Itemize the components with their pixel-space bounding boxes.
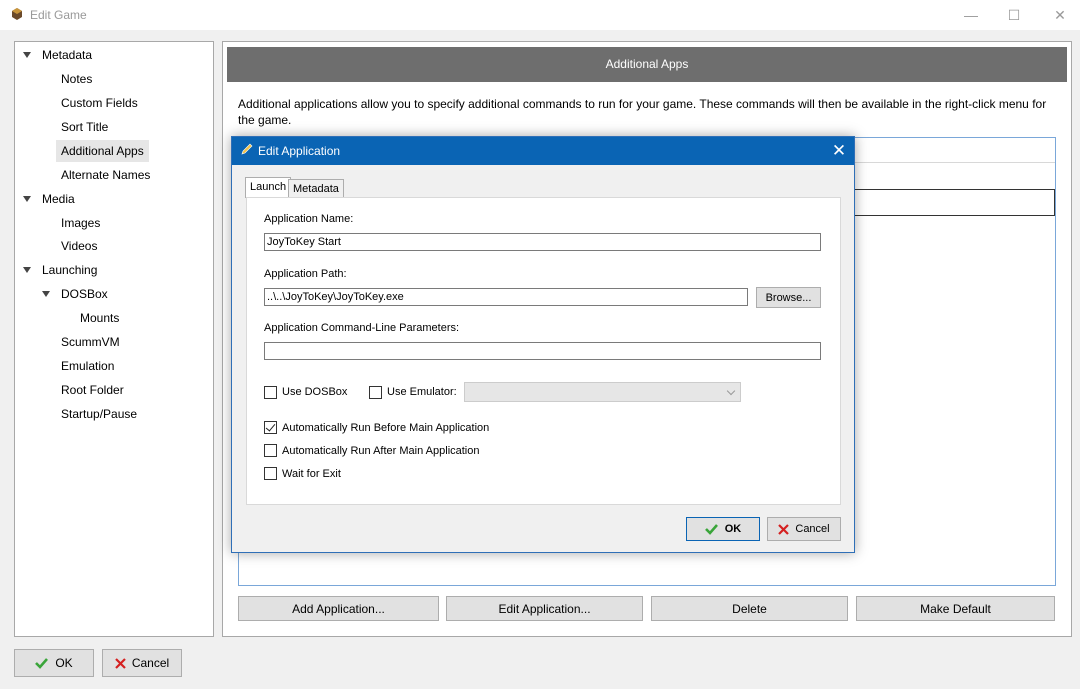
wait-for-exit-label: Wait for Exit	[282, 468, 341, 480]
browse-button[interactable]: Browse...	[756, 287, 821, 308]
use-emulator-checkbox[interactable]	[369, 386, 382, 399]
close-button[interactable]: ✕	[1037, 0, 1080, 30]
check-icon	[704, 524, 718, 535]
panel-description: Additional applications allow you to spe…	[238, 97, 1047, 127]
application-name-label: Application Name:	[264, 213, 354, 225]
tree-item-startup-pause[interactable]: Startup/Pause	[56, 403, 142, 425]
tree-item-dosbox[interactable]: DOSBox	[56, 283, 113, 305]
run-before-checkbox[interactable]	[264, 421, 277, 434]
command-line-params-input[interactable]	[264, 342, 821, 360]
list-row-selected[interactable]	[855, 189, 1055, 216]
application-path-label: Application Path:	[264, 268, 347, 280]
delete-button[interactable]: Delete	[651, 596, 848, 621]
edit-application-button[interactable]: Edit Application...	[446, 596, 643, 621]
cancel-button-label: Cancel	[131, 656, 170, 670]
tab-metadata[interactable]: Metadata	[288, 179, 344, 198]
make-default-button[interactable]: Make Default	[856, 596, 1055, 621]
tree-item-emulation[interactable]: Emulation	[56, 355, 119, 377]
check-icon	[35, 658, 49, 669]
run-before-label: Automatically Run Before Main Applicatio…	[282, 422, 490, 434]
tree-item-videos[interactable]: Videos	[56, 235, 102, 257]
run-after-label: Automatically Run After Main Application	[282, 445, 480, 457]
list-header-divider	[855, 162, 1055, 163]
tree-item-alternate-names[interactable]: Alternate Names	[56, 164, 155, 186]
cancel-x-icon	[778, 523, 790, 535]
command-line-params-label: Application Command-Line Parameters:	[264, 322, 460, 334]
tree-item-media[interactable]: Media	[37, 188, 80, 210]
title-bar	[0, 0, 1080, 30]
cancel-x-icon	[115, 657, 126, 669]
use-dosbox-checkbox[interactable]	[264, 386, 277, 399]
application-name-input[interactable]: JoyToKey Start	[264, 233, 821, 251]
window-title: Edit Game	[30, 8, 87, 22]
add-application-button[interactable]: Add Application...	[238, 596, 439, 621]
dialog-cancel-label: Cancel	[795, 523, 830, 535]
expand-arrow-icon[interactable]	[42, 291, 50, 297]
chevron-down-icon	[726, 386, 736, 396]
cancel-button[interactable]: Cancel	[102, 649, 182, 677]
expand-arrow-icon[interactable]	[23, 52, 31, 58]
application-path-input[interactable]: ..\..\JoyToKey\JoyToKey.exe	[264, 288, 748, 306]
tree-item-metadata[interactable]: Metadata	[37, 44, 97, 66]
ok-button-label: OK	[55, 656, 73, 670]
tree-item-additional-apps[interactable]: Additional Apps	[56, 140, 149, 162]
tree-item-notes[interactable]: Notes	[56, 68, 97, 90]
tree-item-root-folder[interactable]: Root Folder	[56, 379, 129, 401]
dialog-ok-label: OK	[724, 523, 742, 535]
tree-item-scummvm[interactable]: ScummVM	[56, 331, 125, 353]
use-emulator-label: Use Emulator:	[387, 386, 457, 398]
minimize-button[interactable]: —	[948, 0, 994, 30]
ok-button[interactable]: OK	[14, 649, 94, 677]
tree-item-custom-fields[interactable]: Custom Fields	[56, 92, 143, 114]
wait-for-exit-checkbox[interactable]	[264, 467, 277, 480]
tree-item-sort-title[interactable]: Sort Title	[56, 116, 113, 138]
use-dosbox-label: Use DOSBox	[282, 386, 348, 398]
dialog-ok-button[interactable]: OK	[686, 517, 760, 541]
pencil-icon	[241, 143, 253, 155]
dialog-cancel-button[interactable]: Cancel	[767, 517, 841, 541]
panel-header: Additional Apps	[227, 47, 1067, 82]
tab-launch[interactable]: Launch	[245, 177, 292, 198]
run-after-checkbox[interactable]	[264, 444, 277, 457]
app-icon	[12, 8, 22, 20]
maximize-button[interactable]: ☐	[991, 0, 1037, 30]
tree-item-launching[interactable]: Launching	[37, 259, 102, 281]
expand-arrow-icon[interactable]	[23, 267, 31, 273]
tree-item-images[interactable]: Images	[56, 212, 105, 234]
emulator-select[interactable]	[464, 382, 741, 402]
tree-item-mounts[interactable]: Mounts	[75, 307, 124, 329]
dialog-title: Edit Application	[258, 144, 341, 158]
expand-arrow-icon[interactable]	[23, 196, 31, 202]
dialog-close-icon[interactable]: ✕	[828, 140, 850, 162]
